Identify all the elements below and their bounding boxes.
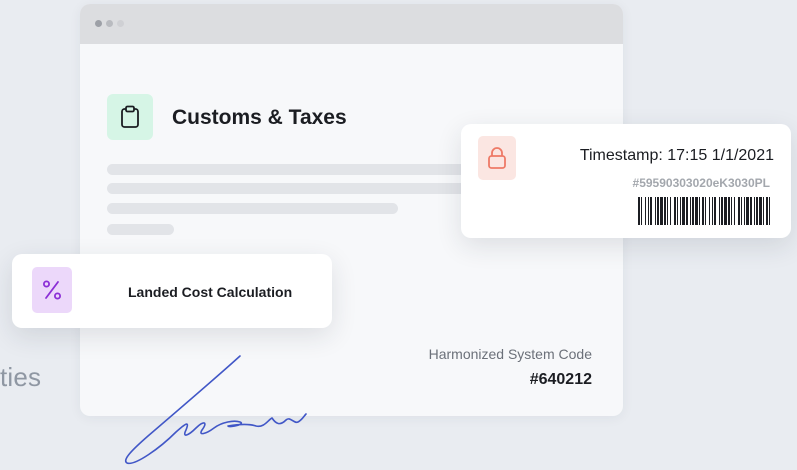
window-titlebar	[80, 4, 623, 44]
timestamp-card: Timestamp: 17:15 1/1/2021 #59590303020eK…	[461, 124, 791, 238]
hs-code-label: Harmonized System Code	[428, 346, 592, 362]
placeholder-line	[107, 203, 398, 214]
placeholder-line	[107, 164, 507, 175]
clipboard-icon	[107, 94, 153, 140]
placeholder-line	[107, 183, 507, 194]
document-title: Customs & Taxes	[172, 106, 347, 129]
window-dot-1	[95, 20, 102, 27]
percent-icon	[32, 267, 72, 313]
background-partial-text: ties	[0, 362, 42, 392]
window-dot-3	[117, 20, 124, 27]
placeholder-line	[107, 224, 174, 235]
landed-cost-card: Landed Cost Calculation	[12, 254, 332, 328]
window-dot-2	[106, 20, 113, 27]
hash-id: #59590303020eK3030PL	[632, 176, 770, 190]
landed-cost-label: Landed Cost Calculation	[128, 284, 293, 300]
lock-icon	[478, 136, 516, 180]
hs-code-value: #640212	[529, 371, 592, 388]
timestamp-text: Timestamp: 17:15 1/1/2021	[579, 147, 774, 164]
signature-scribble	[125, 355, 307, 464]
barcode-image	[638, 197, 770, 225]
